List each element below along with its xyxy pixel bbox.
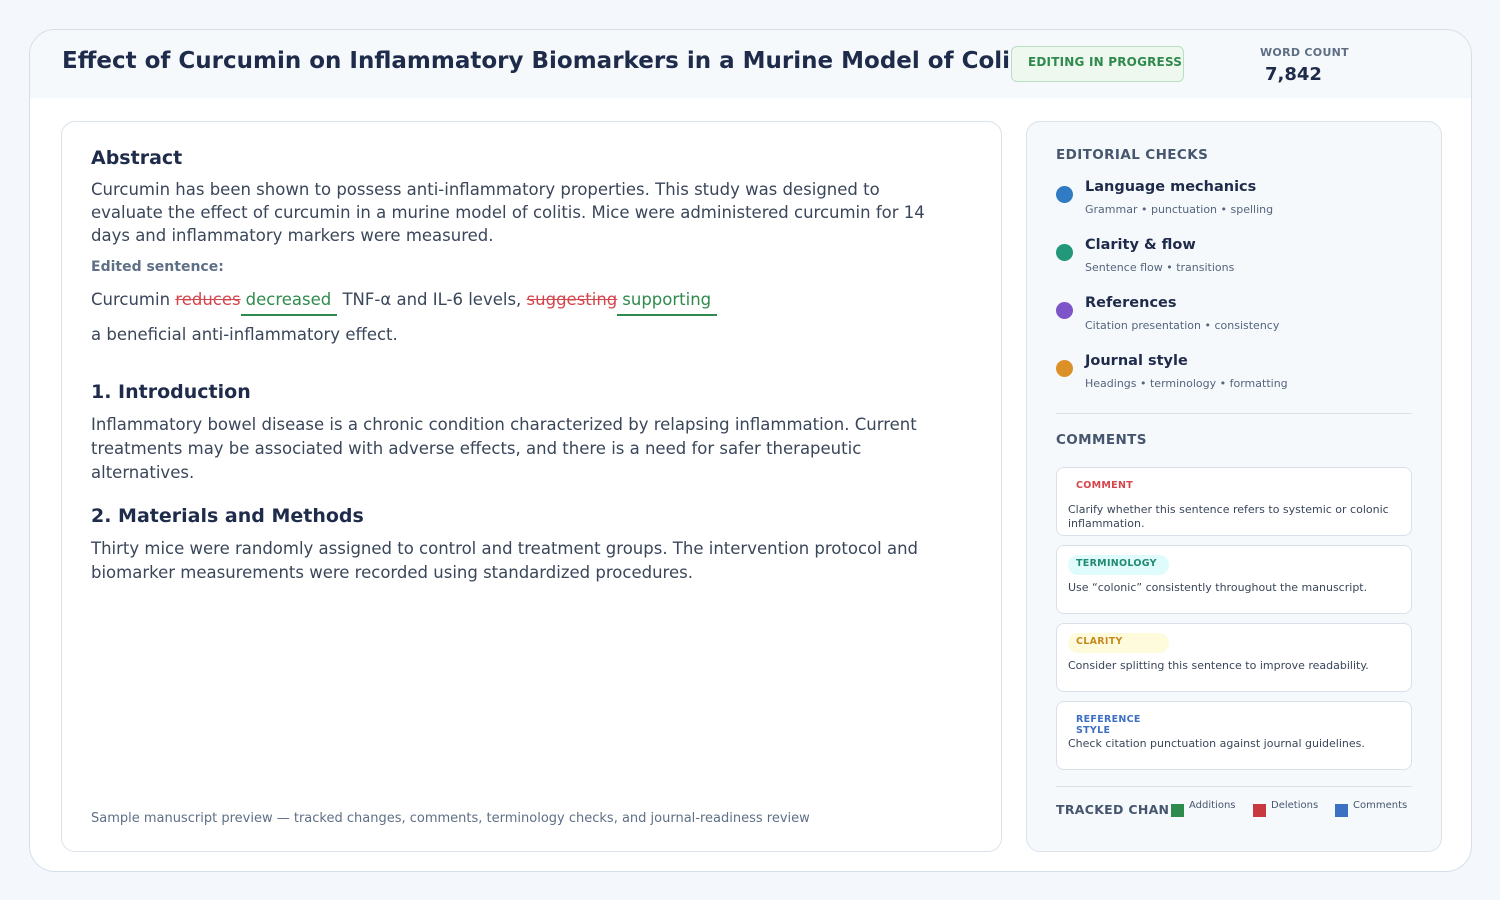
comment-card[interactable]: CLARITY Consider splitting this sentence… bbox=[1056, 623, 1412, 692]
methods-text[interactable]: Thirty mice were randomly assigned to co… bbox=[91, 537, 931, 585]
review-sidebar: EDITORIAL CHECKS Language mechanics Gram… bbox=[1026, 121, 1442, 852]
status-dot-icon bbox=[1056, 360, 1073, 377]
legend-swatch bbox=[1253, 804, 1266, 817]
manuscript-panel: Abstract Curcumin has been shown to poss… bbox=[61, 121, 1002, 852]
header: Effect of Curcumin on Inflammatory Bioma… bbox=[30, 30, 1471, 98]
status-dot-icon bbox=[1056, 244, 1073, 261]
status-badge: EDITING IN PROGRESS bbox=[1011, 46, 1184, 82]
document-title: Effect of Curcumin on Inflammatory Bioma… bbox=[62, 48, 1010, 74]
comment-card[interactable]: COMMENT Clarify whether this sentence re… bbox=[1056, 467, 1412, 536]
word-count-value: 7,842 bbox=[1265, 64, 1322, 85]
legend-label: Additions bbox=[1189, 800, 1236, 811]
comment-tag: REFERENCE STYLE bbox=[1068, 711, 1169, 736]
check-subtitle: Headings • terminology • formatting bbox=[1085, 377, 1288, 390]
comment-text: Use “colonic” consistently throughout th… bbox=[1068, 581, 1368, 594]
status-dot-icon bbox=[1056, 186, 1073, 203]
edit-middle-text: TNF-α and IL-6 levels, bbox=[337, 290, 527, 309]
tracked-insertion[interactable]: supporting bbox=[617, 290, 718, 316]
check-title: References bbox=[1085, 295, 1177, 311]
comment-tag: CLARITY bbox=[1068, 633, 1169, 653]
app-frame: Effect of Curcumin on Inflammatory Bioma… bbox=[29, 29, 1472, 872]
tracked-insertion[interactable]: decreased bbox=[240, 290, 338, 316]
comment-card[interactable]: REFERENCE STYLE Check citation punctuati… bbox=[1056, 701, 1412, 770]
edited-sentence-label: Edited sentence: bbox=[91, 259, 224, 275]
tracked-deletion[interactable]: reduces bbox=[175, 290, 240, 309]
methods-heading: 2. Materials and Methods bbox=[91, 505, 364, 527]
edited-sentence-continuation[interactable]: a beneficial anti-inflammatory effect. bbox=[91, 325, 398, 344]
check-subtitle: Grammar • punctuation • spelling bbox=[1085, 203, 1274, 216]
comment-text: Clarify whether this sentence refers to … bbox=[1068, 503, 1389, 530]
check-title: Clarity & flow bbox=[1085, 237, 1196, 253]
legend-swatch bbox=[1171, 804, 1184, 817]
check-clarity-flow[interactable]: Clarity & flow Sentence flow • transitio… bbox=[1056, 237, 1416, 294]
check-subtitle: Citation presentation • consistency bbox=[1085, 319, 1280, 332]
check-journal-style[interactable]: Journal style Headings • terminology • f… bbox=[1056, 353, 1416, 410]
tracked-changes-label: TRACKED CHANGES bbox=[1056, 802, 1170, 817]
status-dot-icon bbox=[1056, 302, 1073, 319]
section-divider bbox=[1056, 413, 1412, 414]
preview-footnote: Sample manuscript preview — tracked chan… bbox=[91, 811, 810, 826]
legend-swatch bbox=[1335, 804, 1348, 817]
comment-tag: COMMENT bbox=[1068, 477, 1169, 497]
section-divider bbox=[1056, 786, 1412, 787]
abstract-text[interactable]: Curcumin has been shown to possess anti-… bbox=[91, 178, 931, 247]
edited-sentence[interactable]: Curcumin reduces decreased TNF-α and IL-6… bbox=[91, 290, 718, 318]
word-count-label: WORD COUNT bbox=[1260, 46, 1349, 59]
check-references[interactable]: References Citation presentation • consi… bbox=[1056, 295, 1416, 352]
introduction-text[interactable]: Inflammatory bowel disease is a chronic … bbox=[91, 413, 931, 485]
tracked-deletion[interactable]: suggesting bbox=[527, 290, 618, 309]
comment-tag: TERMINOLOGY bbox=[1068, 555, 1169, 575]
legend-label: Deletions bbox=[1271, 800, 1319, 811]
comment-text: Check citation punctuation against journ… bbox=[1068, 737, 1365, 750]
editorial-checks-heading: EDITORIAL CHECKS bbox=[1056, 147, 1209, 163]
edit-lead-text: Curcumin bbox=[91, 290, 176, 309]
check-subtitle: Sentence flow • transitions bbox=[1085, 261, 1235, 274]
comment-card[interactable]: TERMINOLOGY Use “colonic” consistently t… bbox=[1056, 545, 1412, 614]
check-title: Journal style bbox=[1085, 353, 1188, 369]
legend-label: Comments bbox=[1353, 800, 1408, 811]
abstract-heading: Abstract bbox=[91, 147, 183, 169]
comment-text: Consider splitting this sentence to impr… bbox=[1068, 659, 1369, 672]
comments-heading: COMMENTS bbox=[1056, 432, 1147, 448]
check-language-mechanics[interactable]: Language mechanics Grammar • punctuation… bbox=[1056, 179, 1416, 236]
introduction-heading: 1. Introduction bbox=[91, 381, 251, 403]
check-title: Language mechanics bbox=[1085, 179, 1257, 195]
